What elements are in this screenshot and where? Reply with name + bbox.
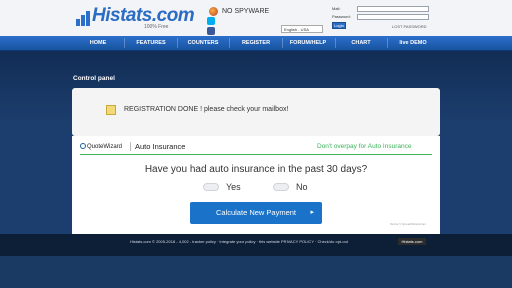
language-select[interactable]: English - USA: [281, 25, 323, 33]
ad-question: Have you had auto insurance in the past …: [144, 164, 368, 175]
ad-footnote: Terms © QuoteWizard.com: [390, 222, 427, 226]
nav-forum-help[interactable]: FORUM/HELP: [290, 40, 326, 46]
chevron-right-icon: ▸: [310, 209, 314, 216]
ad-brand-divider: [130, 142, 131, 151]
nav-divider: [335, 38, 336, 48]
facebook-icon[interactable]: [207, 27, 215, 35]
quotewizard-logo: QuoteWizard: [80, 143, 122, 150]
nav-divider: [229, 38, 230, 48]
nospyware-label: NO SPYWARE: [222, 8, 270, 15]
footer-links[interactable]: Histats.com © 2005-2018 - 4,002 - tracke…: [130, 239, 348, 244]
page-bottom: [0, 256, 512, 288]
lost-password-link[interactable]: LOST PASSWORD: [392, 24, 427, 29]
nav-features[interactable]: FEATURES: [136, 40, 165, 46]
skype-icon[interactable]: [207, 17, 215, 25]
main-nav: HOME FEATURES COUNTERS REGISTER FORUM/HE…: [0, 36, 512, 51]
nav-divider: [282, 38, 283, 48]
nospyware-icon: [209, 7, 218, 16]
nav-live-demo[interactable]: live DEMO: [399, 40, 426, 46]
yes-radio[interactable]: [203, 183, 219, 191]
page-title: Control panel: [73, 75, 115, 82]
ad-brand: QuoteWizard: [87, 144, 123, 150]
no-label[interactable]: No: [296, 182, 308, 192]
nav-divider: [177, 38, 178, 48]
nav-divider: [387, 38, 388, 48]
histats-badge[interactable]: Histats.com: [398, 238, 426, 245]
nav-home[interactable]: HOME: [90, 40, 107, 46]
mail-label: Mail:: [332, 6, 341, 11]
password-input[interactable]: [357, 14, 429, 20]
nav-counters[interactable]: COUNTERS: [188, 40, 219, 46]
logo-bars-icon: [76, 10, 92, 26]
mail-input[interactable]: [357, 6, 429, 12]
nav-chart[interactable]: CHART: [351, 40, 370, 46]
yes-label[interactable]: Yes: [226, 182, 241, 192]
calculate-button-label: Calculate New Payment: [215, 208, 297, 217]
ad-title: Auto Insurance: [135, 142, 186, 151]
registration-message: REGISTRATION DONE ! please check your ma…: [124, 106, 289, 113]
ad-tagline: Don't overpay for Auto Insurance: [317, 143, 412, 150]
footer: [0, 234, 512, 256]
nav-divider: [124, 38, 125, 48]
share-icons: [207, 17, 217, 37]
calculate-payment-button[interactable]: Calculate New Payment ▸: [190, 202, 322, 224]
logo-subtitle: 100% Free: [144, 24, 169, 30]
ad-divider: [80, 154, 432, 155]
login-button[interactable]: Login: [332, 22, 346, 29]
nav-register[interactable]: REGISTER: [242, 40, 270, 46]
password-label: Password:: [332, 14, 351, 19]
quotewizard-icon: [80, 143, 86, 149]
mail-icon: [106, 105, 116, 115]
no-radio[interactable]: [273, 183, 289, 191]
